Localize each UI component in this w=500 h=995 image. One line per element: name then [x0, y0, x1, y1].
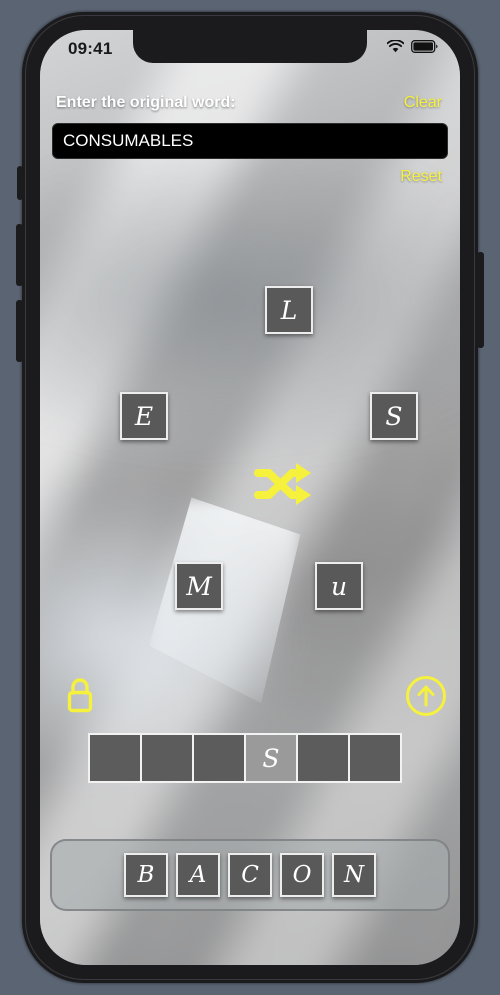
- volume-up-button[interactable]: [16, 224, 23, 286]
- answer-slot[interactable]: [88, 733, 142, 783]
- answer-slot-row: S: [88, 733, 402, 783]
- screenshot-root: 09:41 Enter the original word: Clear CON…: [0, 0, 500, 995]
- header-row: Enter the original word: Clear: [40, 88, 460, 118]
- phone-screen: 09:41 Enter the original word: Clear CON…: [40, 30, 460, 965]
- answer-slot[interactable]: [296, 733, 350, 783]
- lock-closed-icon[interactable]: [62, 675, 98, 715]
- answer-slot[interactable]: [192, 733, 246, 783]
- floating-tile[interactable]: u: [315, 562, 363, 610]
- battery-full-icon: [411, 40, 438, 58]
- letter-tray: B A C O N: [50, 839, 450, 911]
- original-word-input[interactable]: [52, 123, 448, 159]
- prompt-label: Enter the original word:: [56, 94, 236, 111]
- status-bar-time: 09:41: [68, 39, 113, 58]
- answer-slot[interactable]: [348, 733, 402, 783]
- answer-slot[interactable]: [140, 733, 194, 783]
- shuffle-icon[interactable]: [252, 458, 314, 510]
- reset-button[interactable]: Reset: [400, 168, 442, 186]
- floating-tile[interactable]: E: [120, 392, 168, 440]
- arrow-up-circle-icon[interactable]: [404, 674, 448, 718]
- reset-row: Reset: [40, 168, 460, 186]
- volume-down-button[interactable]: [16, 300, 23, 362]
- tray-tile[interactable]: N: [332, 853, 376, 897]
- device-notch: [133, 30, 367, 63]
- tray-tile[interactable]: B: [124, 853, 168, 897]
- tray-tile[interactable]: A: [176, 853, 220, 897]
- power-button[interactable]: [477, 252, 484, 348]
- silent-switch-button[interactable]: [17, 166, 23, 200]
- floating-tile[interactable]: M: [175, 562, 223, 610]
- tray-tile[interactable]: C: [228, 853, 272, 897]
- answer-slot[interactable]: S: [244, 733, 298, 783]
- status-bar-indicators: [386, 39, 438, 58]
- clear-button[interactable]: Clear: [404, 94, 442, 112]
- tray-tile[interactable]: O: [280, 853, 324, 897]
- floating-tile[interactable]: L: [265, 286, 313, 334]
- floating-tile[interactable]: S: [370, 392, 418, 440]
- wifi-icon: [386, 39, 405, 58]
